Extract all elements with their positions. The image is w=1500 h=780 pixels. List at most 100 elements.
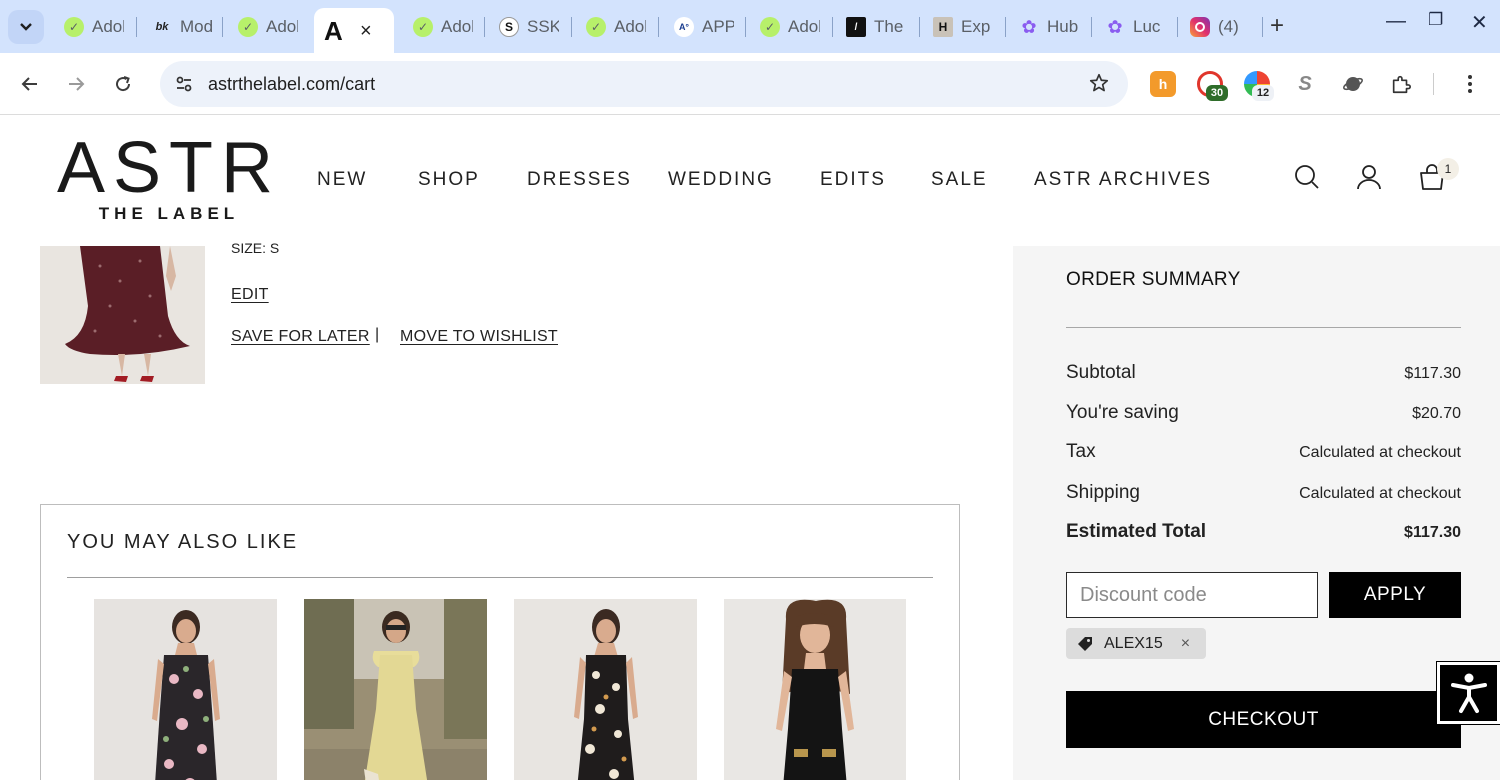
tab-title: Hub <box>1047 17 1079 36</box>
reload-button[interactable] <box>108 69 138 99</box>
tab-app[interactable]: A° APP <box>674 12 734 42</box>
cart-count-badge: 1 <box>1437 158 1459 180</box>
tab-adobe-2[interactable]: ✓ Adobe <box>238 12 298 42</box>
tab-title: Luc <box>1133 17 1161 36</box>
back-button[interactable] <box>15 69 45 99</box>
astr-logo[interactable]: ASTR THE LABEL <box>52 128 286 224</box>
tab-separator <box>745 17 746 37</box>
tab-adobe-1[interactable]: ✓ Adobe <box>64 12 124 42</box>
summary-value: $117.30 <box>1404 524 1461 541</box>
accessibility-icon <box>1450 673 1487 713</box>
summary-row-shipping: Shipping Calculated at checkout <box>1066 482 1461 504</box>
remove-discount-icon[interactable]: × <box>1181 635 1190 653</box>
site-settings-icon[interactable] <box>172 72 196 96</box>
site-header: ASTR THE LABEL NEW SHOP DRESSES WEDDING … <box>0 116 1500 246</box>
extension-badge: 30 <box>1206 85 1228 101</box>
product-card-black-mini-dress[interactable] <box>724 599 906 780</box>
restore-icon[interactable]: ❐ <box>1428 10 1443 30</box>
address-bar[interactable]: astrthelabel.com/cart <box>160 61 1128 107</box>
tab-mod[interactable]: bk Mod <box>152 12 212 42</box>
green-check-icon: ✓ <box>586 17 606 37</box>
tab-title: Adobe <box>441 17 473 36</box>
order-summary-title: ORDER SUMMARY <box>1066 269 1241 290</box>
chevron-down-icon <box>20 23 32 31</box>
product-card-floral-ruffle-midi-dress[interactable] <box>514 599 697 780</box>
tab-instagram[interactable]: (4) <box>1190 12 1250 42</box>
tab-title: (4) <box>1218 17 1239 36</box>
instagram-icon <box>1190 17 1210 37</box>
checkout-button[interactable]: CHECKOUT <box>1066 691 1461 748</box>
nav-shop[interactable]: SHOP <box>418 169 480 191</box>
nav-astr-archives[interactable]: ASTR ARCHIVES <box>1034 169 1212 191</box>
bookmark-star-icon[interactable] <box>1088 72 1110 99</box>
honey-icon[interactable]: h <box>1150 71 1176 97</box>
tab-separator <box>136 17 137 37</box>
accessibility-widget-button[interactable] <box>1436 661 1500 725</box>
account-icon[interactable] <box>1354 162 1384 192</box>
summary-value: Calculated at checkout <box>1299 444 1461 461</box>
tab-separator <box>1177 17 1178 37</box>
close-tab-icon[interactable]: × <box>360 20 372 43</box>
tab-adobe-5[interactable]: ✓ Adobe <box>760 12 820 42</box>
tab-hub[interactable]: ✿ Hub <box>1019 12 1079 42</box>
tab-search-button[interactable] <box>8 10 44 44</box>
tab-luc[interactable]: ✿ Luc <box>1105 12 1165 42</box>
arrow-left-icon <box>21 77 37 91</box>
product-card-floral-slip-dress[interactable] <box>94 599 277 780</box>
nav-edits[interactable]: EDITS <box>820 169 886 191</box>
kebab-menu-icon[interactable] <box>1457 71 1483 97</box>
tab-separator <box>571 17 572 37</box>
green-check-icon: ✓ <box>238 17 258 37</box>
tab-exp[interactable]: H Exp <box>933 12 993 42</box>
h-icon: H <box>933 17 953 37</box>
nav-new[interactable]: NEW <box>317 169 367 191</box>
tab-title: Adobe <box>614 17 646 36</box>
recommendations-section: YOU MAY ALSO LIKE <box>40 504 960 780</box>
recommendations-divider <box>67 577 933 578</box>
extension-badge: 12 <box>1252 85 1274 101</box>
apply-discount-button[interactable]: APPLY <box>1329 572 1461 618</box>
forward-button[interactable] <box>61 69 91 99</box>
s-icon: S <box>499 17 519 37</box>
tab-title: APP <box>702 17 734 36</box>
product-card-yellow-puff-sleeve-dress[interactable] <box>304 599 487 780</box>
purple-flower-icon: ✿ <box>1021 16 1037 37</box>
summary-row-estimated-total: Estimated Total $117.30 <box>1066 521 1461 543</box>
summary-row-tax: Tax Calculated at checkout <box>1066 441 1461 463</box>
tag-icon <box>1078 636 1092 651</box>
new-tab-button[interactable]: + <box>1270 12 1284 40</box>
discount-code-input[interactable] <box>1066 572 1318 618</box>
summary-value: Calculated at checkout <box>1299 485 1461 502</box>
save-for-later-link[interactable]: SAVE FOR LATER <box>231 328 370 346</box>
theory-icon: / <box>846 17 866 37</box>
tab-separator <box>1091 17 1092 37</box>
tab-ssk[interactable]: S SSK <box>499 12 559 42</box>
arrow-right-icon <box>69 77 85 91</box>
tab-astr-active[interactable]: ASTR × <box>314 8 394 54</box>
green-check-icon: ✓ <box>413 17 433 37</box>
nav-sale[interactable]: SALE <box>931 169 988 191</box>
close-window-icon[interactable]: ✕ <box>1471 10 1488 35</box>
summary-value: $117.30 <box>1404 365 1461 382</box>
astr-favicon-icon: ASTR <box>324 15 342 46</box>
nav-wedding[interactable]: WEDDING <box>668 169 774 191</box>
minimize-icon[interactable]: — <box>1386 10 1406 33</box>
s-extension-icon[interactable]: S <box>1292 71 1318 97</box>
tab-adobe-3[interactable]: ✓ Adobe <box>413 12 473 42</box>
edit-item-link[interactable]: EDIT <box>231 286 269 304</box>
nav-dresses[interactable]: DRESSES <box>527 169 632 191</box>
applied-discount-chip: ALEX15 × <box>1066 628 1206 659</box>
cart-item-image[interactable] <box>40 246 205 384</box>
tab-theory[interactable]: / The <box>846 12 906 42</box>
move-to-wishlist-link[interactable]: MOVE TO WISHLIST <box>400 328 558 346</box>
search-icon[interactable] <box>1292 162 1322 192</box>
cart-item-size: SIZE: S <box>231 240 280 256</box>
tab-title: Mod <box>180 17 212 36</box>
link-separator: | <box>375 326 380 343</box>
planet-extension-icon[interactable] <box>1340 71 1366 97</box>
tab-separator <box>1262 17 1263 37</box>
puzzle-extensions-icon[interactable] <box>1388 71 1414 97</box>
toolbar-divider <box>1433 73 1434 95</box>
summary-label: Tax <box>1066 441 1096 462</box>
tab-adobe-4[interactable]: ✓ Adobe <box>586 12 646 42</box>
